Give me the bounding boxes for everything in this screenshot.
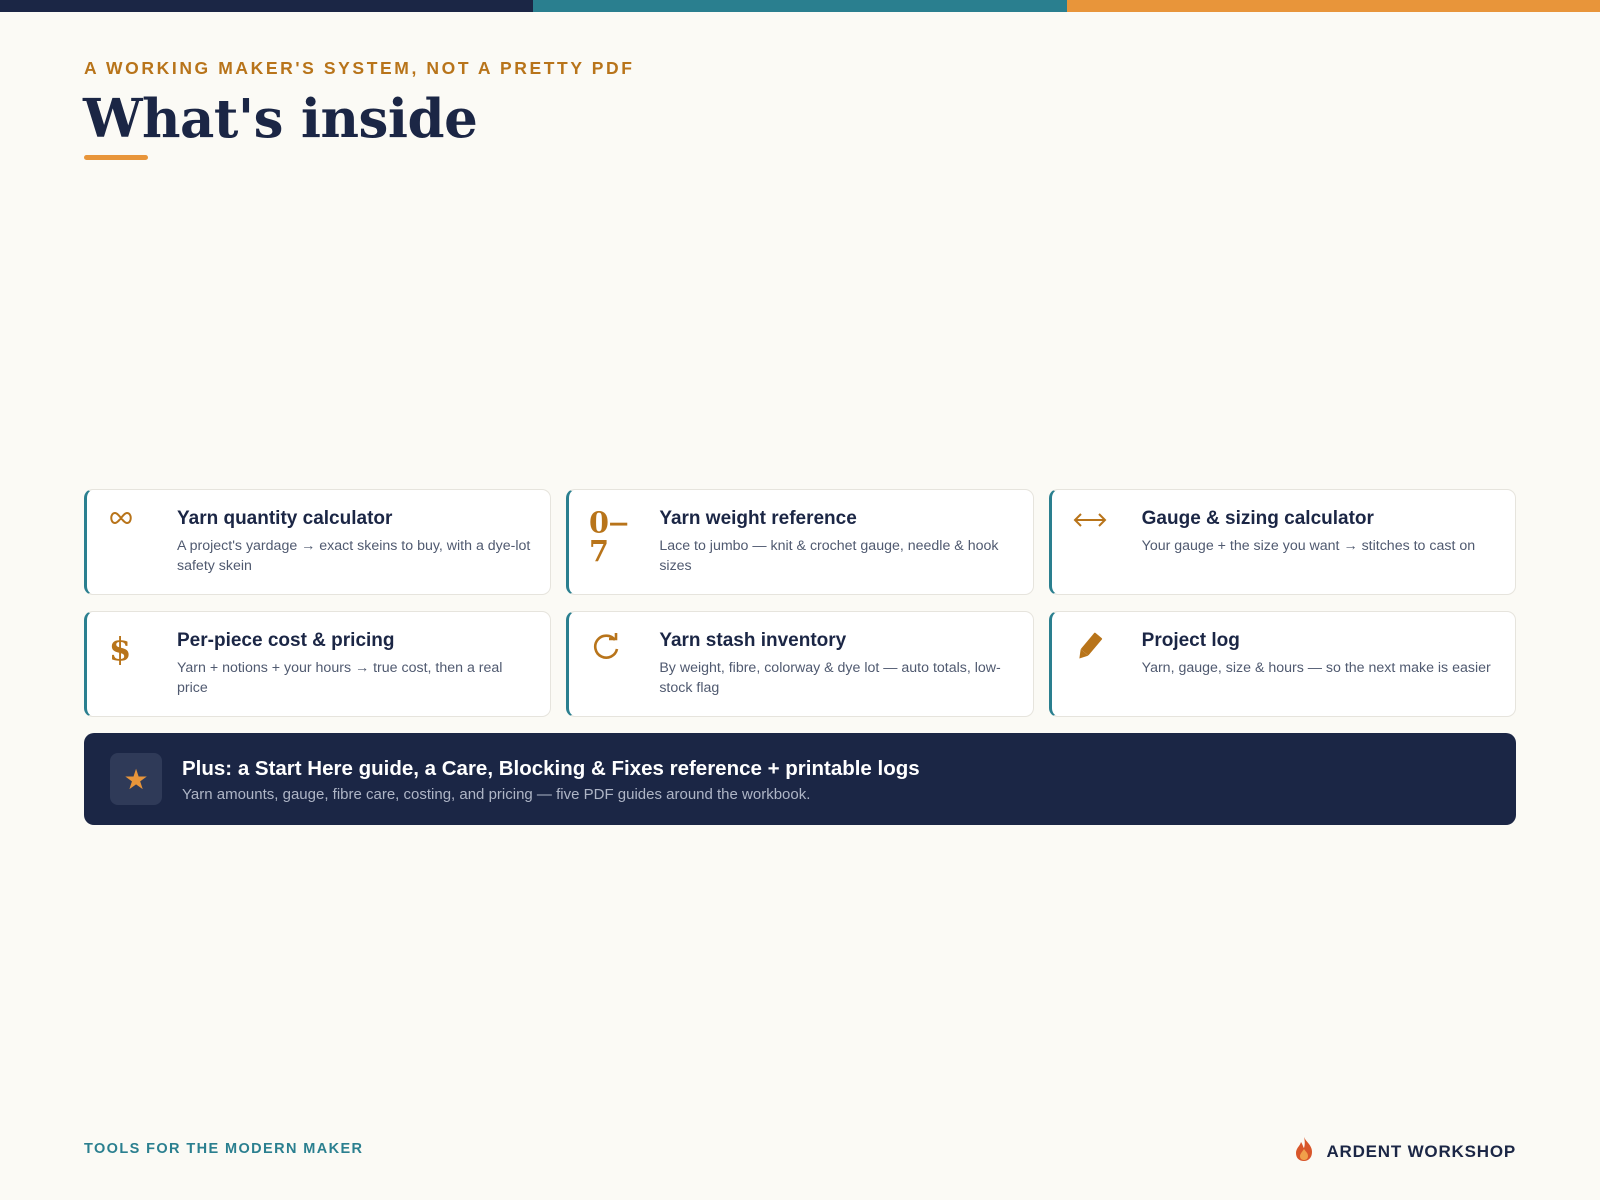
eyebrow-text: A WORKING MAKER'S SYSTEM, NOT A PRETTY P… [84,58,635,78]
top-color-bar [0,0,1600,12]
top-bar-orange-segment [1066,0,1600,12]
star-icon: ★ [110,753,162,805]
feature-description: Lace to jumbo — knit & crochet gauge, ne… [659,538,999,574]
footer-brand: ARDENT WORKSHOP [1292,1136,1516,1167]
feature-description: Yarn, gauge, size & hours — so the next … [1141,660,1491,676]
feature-title: Project log [1141,630,1240,651]
footer-tagline: TOOLS FOR THE MODERN MAKER [84,1141,364,1157]
pencil-icon [1072,630,1116,674]
feature-description: A project's yardage → exact skeins to bu… [177,538,531,574]
infinity-icon [107,508,151,552]
feature-title: Yarn stash inventory [659,630,847,651]
feature-title: Gauge & sizing calculator [1141,508,1374,529]
feature-title: Per-piece cost & pricing [177,630,395,651]
feature-card-stash-inventory: Yarn stash inventory By weight, fibre, c… [566,611,1034,717]
brand-name: ARDENT WORKSHOP [1326,1141,1516,1161]
feature-description: Yarn + notions + your hours → true cost,… [177,660,503,696]
double-arrow-icon [1072,508,1116,552]
feature-card-project-log: Project log Yarn, gauge, size & hours — … [1048,611,1516,717]
plus-banner: ★ Plus: a Start Here guide, a Care, Bloc… [84,733,1516,825]
refresh-icon [589,630,633,674]
dollar-icon: $ [107,630,151,674]
flame-icon [1292,1136,1316,1167]
svg-text:7: 7 [589,534,609,568]
feature-description: By weight, fibre, colorway & dye lot — a… [659,660,1001,696]
feature-card-yarn-quantity: Yarn quantity calculator A project's yar… [84,489,552,595]
weight-scale-icon: 0 7 [589,508,633,568]
svg-text:$: $ [109,630,131,668]
feature-description: Your gauge + the size you want → stitche… [1141,538,1476,554]
page-title: What's inside [83,88,478,150]
feature-title: Yarn weight reference [659,508,857,529]
feature-card-yarn-weight: 0 7 Yarn weight reference Lace to jumbo … [566,489,1034,595]
plus-subtext: Yarn amounts, gauge, fibre care, costing… [182,786,811,803]
feature-grid: Yarn quantity calculator A project's yar… [84,489,1516,717]
feature-title: Yarn quantity calculator [177,508,393,529]
feature-card-cost-pricing: $ Per-piece cost & pricing Yarn + notion… [84,611,552,717]
top-bar-navy-segment [0,0,534,12]
title-underline [84,155,148,160]
feature-card-gauge-sizing: Gauge & sizing calculator Your gauge + t… [1048,489,1516,595]
plus-headline: Plus: a Start Here guide, a Care, Blocki… [182,757,920,780]
top-bar-teal-segment [533,0,1067,12]
